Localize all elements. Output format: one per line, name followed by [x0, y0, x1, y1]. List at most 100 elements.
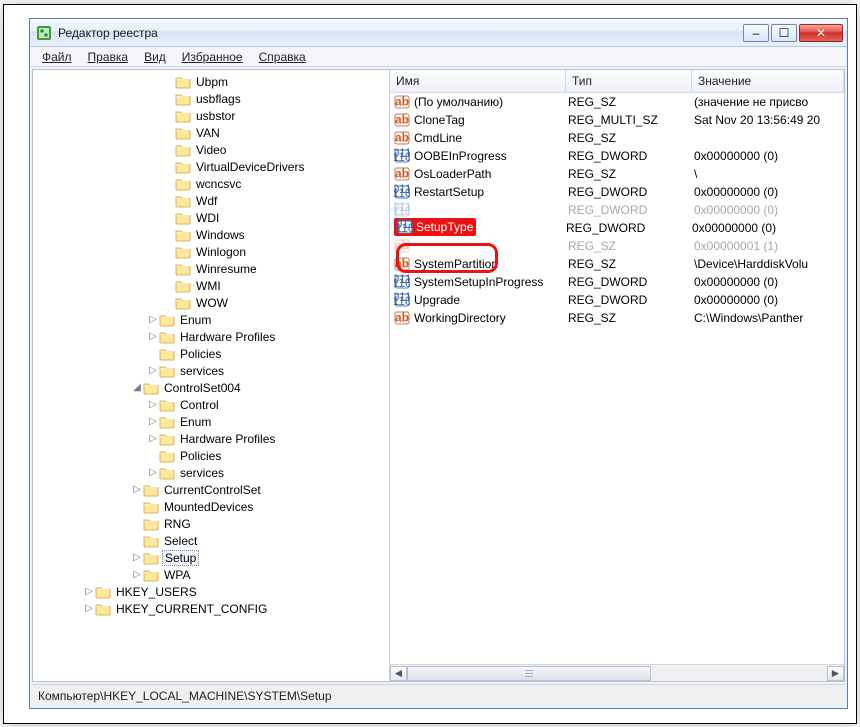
value-row[interactable]: OsLoaderPathREG_SZ\	[390, 165, 844, 183]
scroll-right-button[interactable]: ►	[827, 666, 844, 681]
tree-node[interactable]: Windows	[35, 226, 389, 243]
reg-sz-icon	[394, 112, 410, 128]
tree-node[interactable]: VAN	[35, 124, 389, 141]
tree-node[interactable]: usbflags	[35, 90, 389, 107]
reg-sz-icon	[394, 256, 410, 272]
tree-node[interactable]: ▷Enum	[35, 311, 389, 328]
tree-node[interactable]: ▷services	[35, 362, 389, 379]
tree-node[interactable]: Wdf	[35, 192, 389, 209]
maximize-button[interactable]: ☐	[771, 24, 797, 42]
value-data: 0x00000000 (0)	[692, 221, 844, 235]
tree-twisty-icon[interactable]: ▷	[147, 467, 159, 478]
horizontal-scrollbar[interactable]: ◄ ►	[390, 664, 844, 681]
tree-twisty-icon[interactable]: ◢	[131, 382, 143, 393]
minimize-button[interactable]: –	[743, 24, 769, 42]
value-row[interactable]: CmdLineREG_SZ	[390, 129, 844, 147]
tree-node[interactable]: ▷WPA	[35, 566, 389, 583]
value-row[interactable]: CloneTagREG_MULTI_SZSat Nov 20 13:56:49 …	[390, 111, 844, 129]
col-name[interactable]: Имя	[390, 70, 566, 92]
reg-dword-icon	[394, 184, 410, 200]
tree-twisty-icon[interactable]: ▷	[131, 552, 143, 563]
tree-node[interactable]: Video	[35, 141, 389, 158]
tree-node[interactable]: Winlogon	[35, 243, 389, 260]
value-row[interactable]: SetupTypeREG_DWORD0x00000000 (0)	[390, 219, 844, 237]
menu-edit[interactable]: Правка	[80, 48, 137, 66]
tree-node[interactable]: Winresume	[35, 260, 389, 277]
tree-node[interactable]: Policies	[35, 447, 389, 464]
tree-node[interactable]: ▷services	[35, 464, 389, 481]
folder-icon	[175, 177, 191, 191]
value-name: CmdLine	[414, 131, 568, 145]
value-row[interactable]: (По умолчанию)REG_SZ(значение не присво	[390, 93, 844, 111]
tree-node[interactable]: ▷CurrentControlSet	[35, 481, 389, 498]
col-type[interactable]: Тип	[566, 70, 692, 92]
tree-twisty-icon[interactable]: ▷	[83, 586, 95, 597]
tree-node[interactable]: WDI	[35, 209, 389, 226]
tree-node[interactable]: wcncsvc	[35, 175, 389, 192]
tree-node[interactable]: ▷ Hardware Profiles	[35, 430, 389, 447]
tree-twisty-icon[interactable]: ▷	[147, 365, 159, 376]
list-pane: Имя Тип Значение (По умолчанию)REG_SZ(зн…	[390, 70, 844, 681]
reg-sz-icon	[394, 238, 410, 254]
tree-twisty-icon[interactable]: ▷	[147, 331, 159, 342]
tree-node[interactable]: ▷HKEY_CURRENT_CONFIG	[35, 600, 389, 617]
tree-node[interactable]: WMI	[35, 277, 389, 294]
reg-dword-icon	[394, 292, 410, 308]
tree-node[interactable]: MountedDevices	[35, 498, 389, 515]
close-button[interactable]: ✕	[799, 24, 843, 42]
col-value[interactable]: Значение	[692, 70, 844, 92]
reg-dword-icon	[397, 219, 413, 235]
value-row[interactable]: WorkingDirectoryREG_SZC:\Windows\Panther	[390, 309, 844, 327]
list-body[interactable]: (По умолчанию)REG_SZ(значение не присвоC…	[390, 93, 844, 664]
value-row[interactable]: RestartSetupREG_DWORD0x00000000 (0)	[390, 183, 844, 201]
tree-node[interactable]: ▷Setup	[35, 549, 389, 566]
tree-node[interactable]: usbstor	[35, 107, 389, 124]
tree-label: Ubpm	[194, 75, 230, 89]
value-name: (По умолчанию)	[414, 95, 568, 109]
tree-twisty-icon[interactable]: ▷	[83, 603, 95, 614]
titlebar[interactable]: Редактор реестра – ☐ ✕	[30, 19, 847, 47]
value-type: REG_DWORD	[568, 293, 694, 307]
tree-twisty-icon[interactable]: ▷	[147, 416, 159, 427]
value-row[interactable]: OOBEInProgressREG_DWORD0x00000000 (0)	[390, 147, 844, 165]
menu-file[interactable]: Файл	[34, 48, 80, 66]
value-name: Upgrade	[414, 293, 568, 307]
tree-label: Hardware Profiles	[178, 432, 277, 446]
tree-node[interactable]: ▷HKEY_USERS	[35, 583, 389, 600]
value-row[interactable]: REG_SZ0x00000001 (1)	[390, 237, 844, 255]
value-name: SystemSetupInProgress	[414, 275, 568, 289]
folder-icon	[175, 143, 191, 157]
value-type: REG_SZ	[568, 239, 694, 253]
tree-twisty-icon[interactable]: ▷	[147, 399, 159, 410]
tree-twisty-icon[interactable]: ▷	[131, 569, 143, 580]
tree-node[interactable]: VirtualDeviceDrivers	[35, 158, 389, 175]
scroll-thumb[interactable]	[407, 666, 651, 681]
value-row[interactable]: REG_DWORD0x00000000 (0)	[390, 201, 844, 219]
tree-node[interactable]: Policies	[35, 345, 389, 362]
menu-help[interactable]: Справка	[251, 48, 314, 66]
menu-view[interactable]: Вид	[136, 48, 174, 66]
tree-pane[interactable]: UbpmusbflagsusbstorVANVideoVirtualDevice…	[33, 70, 390, 681]
value-row[interactable]: SystemSetupInProgressREG_DWORD0x00000000…	[390, 273, 844, 291]
tree-node[interactable]: ▷Enum	[35, 413, 389, 430]
tree-node[interactable]: RNG	[35, 515, 389, 532]
tree-twisty-icon[interactable]: ▷	[131, 484, 143, 495]
menu-favorites[interactable]: Избранное	[174, 48, 251, 66]
reg-sz-icon	[394, 310, 410, 326]
tree-twisty-icon[interactable]: ▷	[147, 314, 159, 325]
tree-node[interactable]: ◢ControlSet004	[35, 379, 389, 396]
tree-node[interactable]: Ubpm	[35, 73, 389, 90]
reg-dword-icon	[394, 274, 410, 290]
tree-node[interactable]: ▷Control	[35, 396, 389, 413]
tree-twisty-icon[interactable]: ▷	[147, 433, 159, 444]
tree-node[interactable]: WOW	[35, 294, 389, 311]
scroll-left-button[interactable]: ◄	[390, 666, 407, 681]
folder-icon	[175, 92, 191, 106]
tree-label: WOW	[194, 296, 230, 310]
folder-icon	[159, 398, 175, 412]
value-row[interactable]: SystemPartitionREG_SZ\Device\HarddiskVol…	[390, 255, 844, 273]
scroll-track[interactable]	[407, 666, 827, 681]
tree-node[interactable]: ▷Hardware Profiles	[35, 328, 389, 345]
value-row[interactable]: UpgradeREG_DWORD0x00000000 (0)	[390, 291, 844, 309]
tree-node[interactable]: Select	[35, 532, 389, 549]
